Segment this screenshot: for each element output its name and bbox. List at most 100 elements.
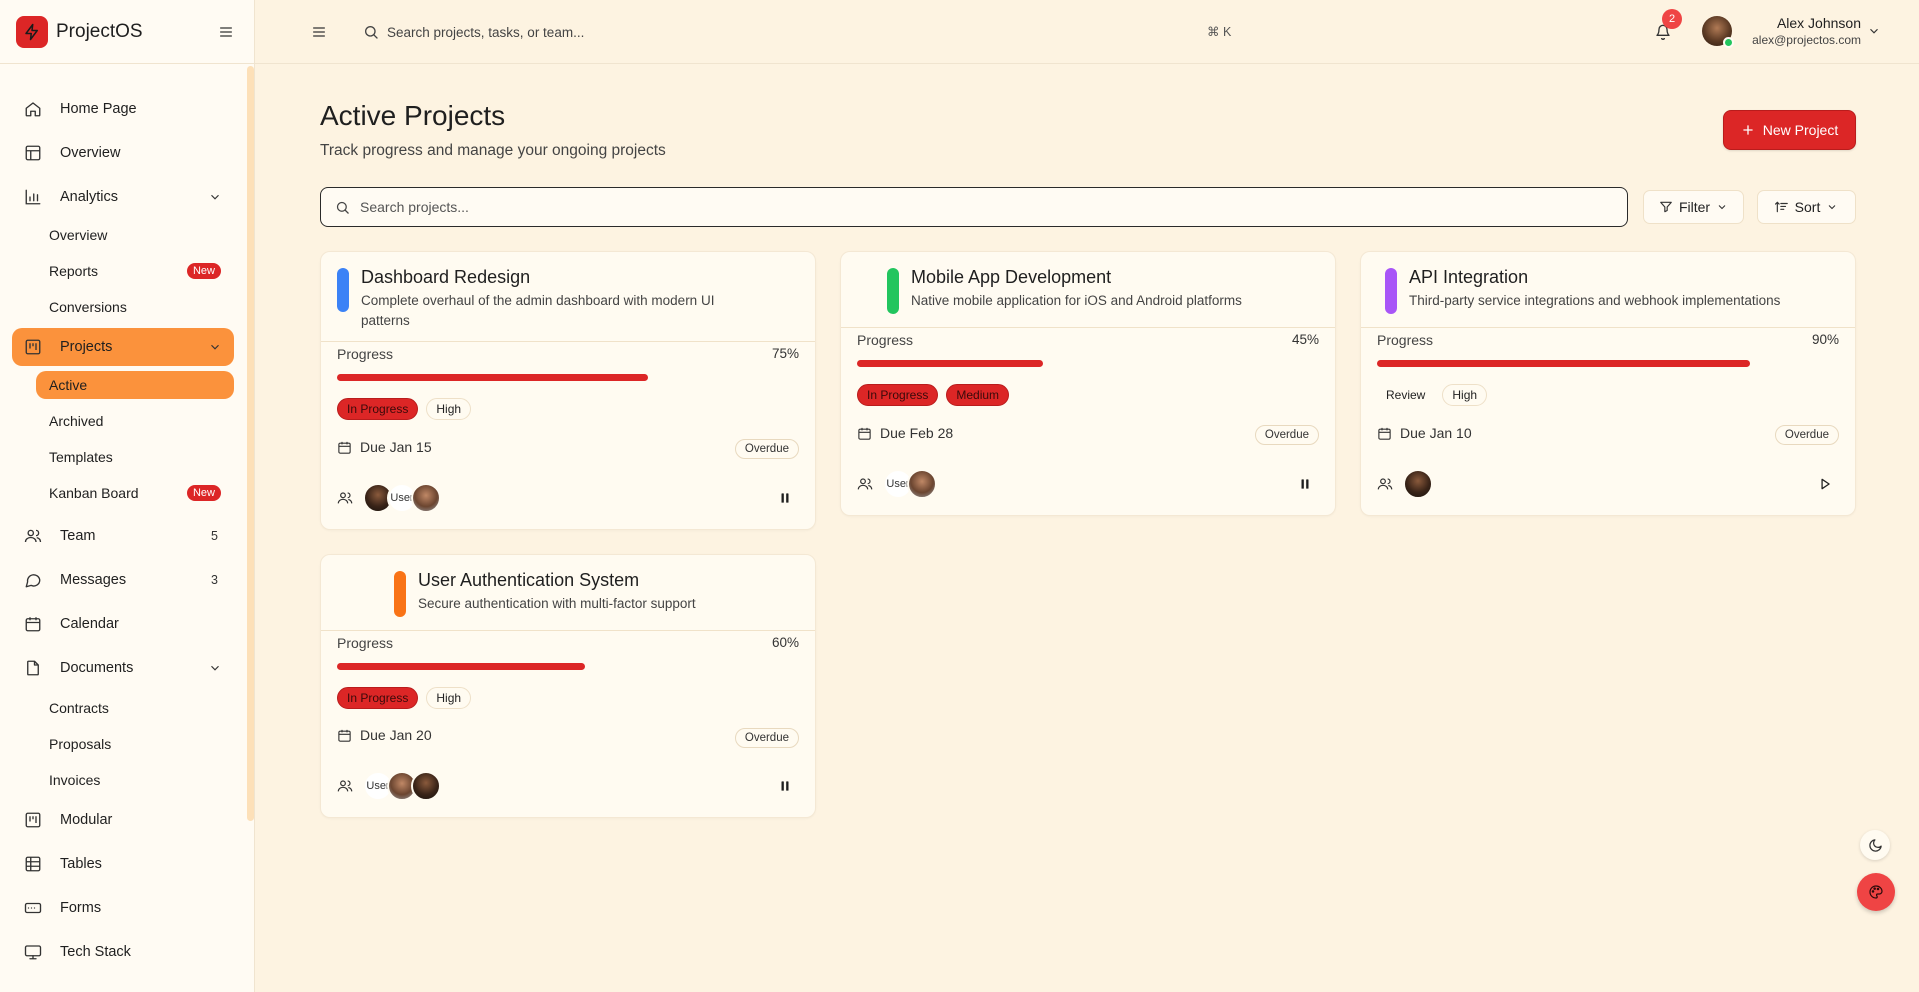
- avatar[interactable]: [1403, 469, 1433, 499]
- sidebar-subitem-conversions[interactable]: Conversions: [36, 293, 234, 321]
- table-icon: [25, 856, 41, 872]
- pause-icon: [781, 493, 789, 503]
- project-card[interactable]: API Integration Third-party service inte…: [1360, 251, 1856, 516]
- sidebar-item-tech-stack[interactable]: Tech Stack: [12, 933, 234, 971]
- users-icon: [337, 780, 353, 792]
- project-search-input[interactable]: [360, 199, 1560, 215]
- palette-button[interactable]: [1857, 873, 1895, 911]
- avatar[interactable]: [411, 483, 441, 513]
- sidebar-subitem-reports[interactable]: Reports New: [36, 257, 234, 285]
- sidebar-subitem-active[interactable]: Active: [36, 371, 234, 399]
- pause-icon: [781, 781, 789, 791]
- progress-fill: [337, 663, 586, 670]
- chevron-down-icon: [211, 344, 219, 350]
- progress-percent: 75%: [771, 346, 799, 361]
- sidebar-item-documents[interactable]: Documents: [12, 649, 234, 687]
- play-icon: [1821, 478, 1830, 490]
- due-date: Due Jan 10: [1377, 425, 1472, 441]
- page-title: Active Projects: [320, 100, 506, 131]
- pause-button[interactable]: [771, 484, 799, 512]
- card-header: Mobile App Development Native mobile app…: [841, 252, 1335, 328]
- sidebar-item-messages[interactable]: Messages 3: [12, 561, 234, 599]
- sidebar-subitem-proposals[interactable]: Proposals: [36, 730, 234, 758]
- status-badge: In Progress: [337, 687, 419, 709]
- monitor-icon: [24, 945, 42, 960]
- status-badge: Review: [1386, 388, 1426, 402]
- progress-percent: 90%: [1811, 332, 1839, 347]
- sidebar-subitem-kanban[interactable]: Kanban Board New: [36, 479, 234, 507]
- sidebar-subitem-analytics-overview[interactable]: Overview: [36, 221, 234, 249]
- due-date: Due Jan 15: [337, 439, 432, 455]
- chevron-down-icon[interactable]: [1867, 24, 1881, 38]
- sidebar-subitem-contracts[interactable]: Contracts: [36, 694, 234, 722]
- sidebar-item-calendar[interactable]: Calendar: [12, 605, 234, 643]
- search-icon: [336, 201, 349, 214]
- sidebar-item-home[interactable]: Home Page: [12, 90, 234, 128]
- sort-icon: [1774, 201, 1788, 213]
- team-avatars: [1377, 469, 1433, 499]
- message-icon: [25, 574, 41, 588]
- progress-percent: 45%: [1291, 332, 1319, 347]
- sidebar-subitem-archived[interactable]: Archived: [36, 407, 234, 435]
- progress-percent: 60%: [771, 635, 799, 650]
- sidebar-collapse-button[interactable]: [214, 20, 238, 44]
- sort-button[interactable]: Sort: [1757, 190, 1856, 224]
- form-icon: [24, 902, 42, 914]
- users-icon: [24, 529, 42, 543]
- team-avatars: User: [857, 469, 937, 499]
- kanban-icon: [25, 812, 41, 828]
- moon-icon: [1868, 838, 1882, 852]
- sidebar-item-analytics[interactable]: Analytics: [12, 178, 234, 216]
- new-project-button[interactable]: New Project: [1723, 110, 1856, 150]
- sidebar-item-team[interactable]: Team 5: [12, 517, 234, 555]
- filter-icon: [1660, 201, 1672, 213]
- pause-icon: [1301, 479, 1309, 489]
- new-badge: New: [186, 263, 221, 279]
- global-search[interactable]: [363, 18, 1003, 46]
- project-title: API Integration: [1409, 267, 1529, 287]
- filter-button[interactable]: Filter: [1643, 190, 1744, 224]
- project-title: Mobile App Development: [911, 267, 1112, 287]
- menu-toggle-button[interactable]: [307, 20, 331, 44]
- pause-button[interactable]: [771, 772, 799, 800]
- user-name: Alex Johnson: [1776, 15, 1861, 31]
- play-button[interactable]: [1811, 470, 1839, 498]
- avatar[interactable]: [907, 469, 937, 499]
- team-count: 5: [211, 529, 218, 543]
- page-subtitle: Track progress and manage your ongoing p…: [320, 142, 666, 159]
- due-date: Due Feb 28: [857, 425, 953, 441]
- calendar-icon: [338, 729, 351, 742]
- sidebar-nav[interactable]: Home Page Overview Analytics Overview Re…: [0, 64, 254, 992]
- progress-bar: [337, 374, 797, 381]
- progress-fill: [337, 374, 648, 381]
- due-date: Due Jan 20: [337, 727, 432, 743]
- card-header: Dashboard Redesign Complete overhaul of …: [321, 252, 815, 342]
- project-card[interactable]: Mobile App Development Native mobile app…: [840, 251, 1336, 516]
- project-card[interactable]: Dashboard Redesign Complete overhaul of …: [320, 251, 816, 530]
- notification-count: 2: [1662, 9, 1682, 29]
- sidebar-item-tables[interactable]: Tables: [12, 845, 234, 883]
- global-search-input[interactable]: [387, 24, 787, 40]
- theme-toggle-button[interactable]: [1860, 830, 1890, 860]
- sidebar-subitem-templates[interactable]: Templates: [36, 443, 234, 471]
- pause-button[interactable]: [1291, 470, 1319, 498]
- sidebar-item-modular[interactable]: Modular: [12, 801, 234, 839]
- card-header: User Authentication System Secure authen…: [321, 555, 815, 631]
- file-icon: [27, 660, 39, 676]
- sidebar-scrollbar[interactable]: [247, 66, 254, 821]
- user-email: alex@projectos.com: [1752, 33, 1861, 47]
- chevron-down-icon: [211, 665, 219, 671]
- sidebar-item-projects[interactable]: Projects: [12, 328, 234, 366]
- project-description: Third-party service integrations and web…: [1409, 293, 1781, 308]
- project-search[interactable]: [320, 187, 1628, 227]
- sidebar-subitem-invoices[interactable]: Invoices: [36, 766, 234, 794]
- project-card[interactable]: User Authentication System Secure authen…: [320, 554, 816, 818]
- sidebar: ProjectOS Home Page Overview Analytics O…: [0, 0, 255, 992]
- calendar-icon: [338, 441, 351, 454]
- sidebar-item-overview[interactable]: Overview: [12, 134, 234, 172]
- sidebar-item-forms[interactable]: Forms: [12, 889, 234, 927]
- card-header: API Integration Third-party service inte…: [1361, 252, 1855, 328]
- card-accent: [337, 268, 349, 312]
- avatar[interactable]: [411, 771, 441, 801]
- progress-fill: [857, 360, 1044, 367]
